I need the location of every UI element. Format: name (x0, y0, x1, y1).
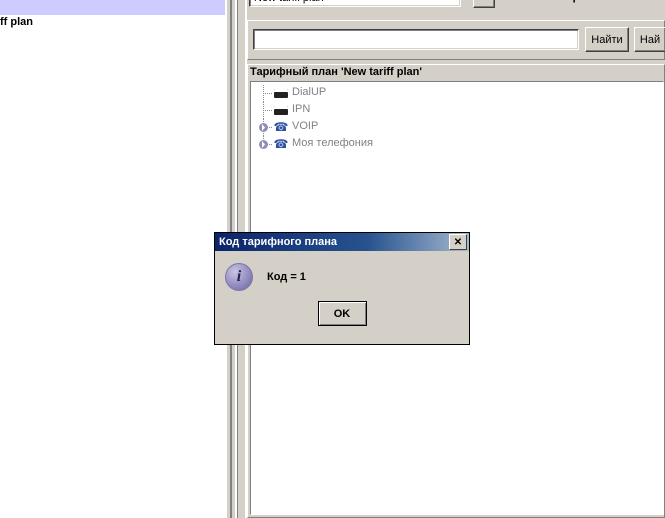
search-panel: Найти Най (247, 20, 665, 60)
ok-button[interactable]: OK (318, 301, 367, 326)
close-icon[interactable]: ✕ (449, 234, 467, 250)
dialog-body: i Код = 1 (215, 251, 469, 297)
phone-icon: ☎ (274, 138, 288, 150)
tree-node-my-telephony[interactable]: ☎ Моя телефония (251, 136, 663, 153)
tree-node-label: Моя телефония (292, 137, 373, 149)
tree-node-label: VOIP (292, 120, 318, 132)
tariff-code-dialog: Код тарифного плана ✕ i Код = 1 OK (214, 232, 470, 345)
phone-icon: ☎ (274, 121, 288, 133)
square-toggle-button[interactable] (473, 0, 495, 8)
tree-node-label: IPN (292, 103, 310, 115)
find-next-button[interactable]: Най (634, 27, 665, 52)
dialog-titlebar[interactable]: Код тарифного плана ✕ (215, 233, 469, 251)
card-icon (274, 87, 288, 99)
dialog-title: Код тарифного плана (217, 236, 337, 248)
tariff-name-input[interactable] (249, 0, 461, 7)
search-input[interactable] (253, 29, 579, 50)
left-selected-highlight (0, 0, 225, 15)
card-icon (274, 104, 288, 116)
info-icon: i (225, 263, 253, 291)
tree-node-dialup[interactable]: DialUP (251, 85, 663, 102)
tree-node-ipn[interactable]: IPN (251, 102, 663, 119)
find-button[interactable]: Найти (585, 27, 629, 52)
tariff-name-label: New tarifi plan (520, 0, 665, 3)
tree-node-label: DialUP (292, 86, 326, 98)
left-tree-panel: ff plan (0, 0, 225, 518)
expand-icon[interactable] (259, 140, 268, 149)
tree-node-voip[interactable]: ☎ VOIP (251, 119, 663, 136)
expand-icon[interactable] (259, 123, 268, 132)
dialog-button-row: OK (215, 297, 469, 326)
tree-title: Тарифный план 'New tariff plan' (250, 66, 422, 78)
left-tree-item-truncated[interactable]: ff plan (0, 16, 33, 28)
dialog-message: Код = 1 (267, 271, 306, 283)
